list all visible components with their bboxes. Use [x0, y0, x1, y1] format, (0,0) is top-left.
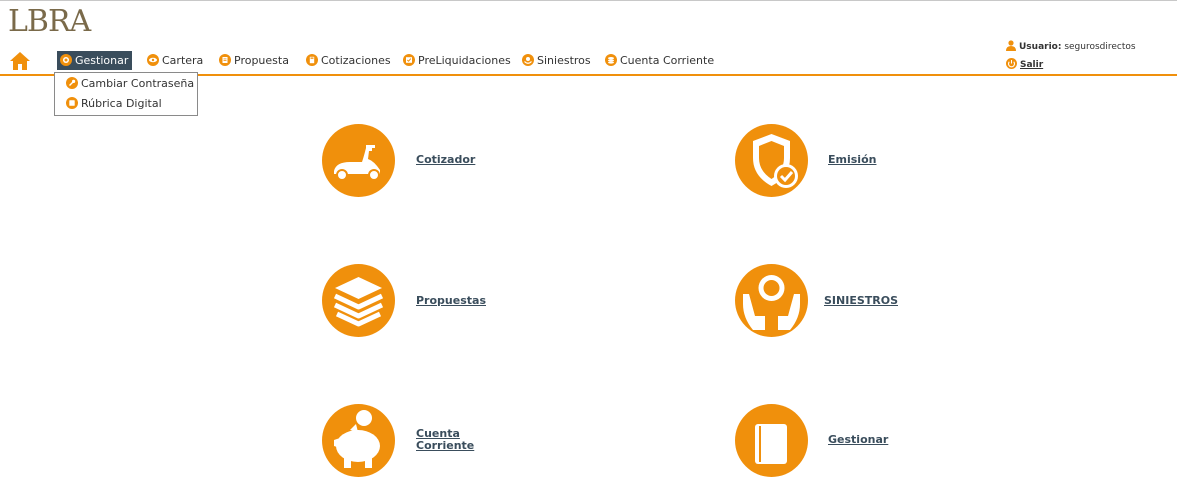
user-label: Usuario:	[1019, 42, 1062, 52]
tile-propuestas-link[interactable]: Propuestas	[416, 295, 486, 307]
user-panel: Usuario: segurosdirectos Salir	[1006, 40, 1136, 72]
invoice-icon	[403, 54, 415, 66]
home-icon[interactable]	[9, 50, 31, 72]
user-icon	[1006, 40, 1016, 51]
tile-cotizador-link[interactable]: Cotizador	[416, 154, 475, 166]
libra-logo: LBRA	[8, 4, 91, 39]
nav-cotizaciones[interactable]: Cotizaciones	[303, 51, 395, 70]
coins-icon	[605, 54, 617, 66]
nav-siniestros[interactable]: Siniestros	[519, 51, 595, 70]
menu-cambiar-contrasena-label: Cambiar Contraseña	[81, 77, 195, 90]
menu-rubrica-digital[interactable]: Rúbrica Digital	[55, 95, 162, 113]
logout-label: Salir	[1020, 60, 1044, 70]
calculator-icon	[306, 54, 318, 66]
nav-preliquidaciones[interactable]: PreLiquidaciones	[400, 51, 515, 70]
top-border	[0, 0, 1177, 1]
nav-siniestros-label: Siniestros	[537, 54, 591, 67]
eye-icon	[147, 54, 159, 66]
menu-rubrica-digital-label: Rúbrica Digital	[81, 97, 162, 110]
tile-gestionar-link[interactable]: Gestionar	[828, 434, 888, 446]
book-icon[interactable]	[735, 404, 808, 477]
power-icon	[1006, 58, 1017, 69]
nav-cuenta-corriente[interactable]: Cuenta Corriente	[602, 51, 718, 70]
nav-cartera-label: Cartera	[162, 54, 204, 67]
signature-icon	[66, 97, 78, 109]
tile-emision-link[interactable]: Emisión	[828, 154, 876, 166]
tile-siniestros-link[interactable]: SINIESTROS	[824, 295, 898, 307]
gear-icon	[60, 54, 72, 66]
logout-link[interactable]: Salir	[1006, 58, 1136, 72]
nav-gestionar-label: Gestionar	[75, 54, 129, 67]
user-info: Usuario: segurosdirectos	[1006, 40, 1136, 54]
user-name: segurosdirectos	[1064, 42, 1136, 52]
nav-cotizaciones-label: Cotizaciones	[321, 54, 391, 67]
gestionar-dropdown: Cambiar Contraseña Rúbrica Digital	[54, 72, 198, 116]
nav-cuenta-corriente-label: Cuenta Corriente	[620, 54, 715, 67]
nav-gestionar[interactable]: Gestionar	[57, 51, 133, 70]
stack-icon[interactable]	[322, 264, 395, 337]
shield-check-icon[interactable]	[735, 124, 808, 197]
tile-cuenta-corriente-link[interactable]: Cuenta Corriente	[416, 428, 474, 452]
wrench-icon	[66, 77, 78, 89]
nav-preliquidaciones-label: PreLiquidaciones	[418, 54, 511, 67]
lifebuoy-icon	[522, 54, 534, 66]
nav-propuesta-label: Propuesta	[234, 54, 289, 67]
nav-propuesta[interactable]: Propuesta	[216, 51, 293, 70]
hands-person-icon[interactable]	[735, 264, 808, 337]
menu-cambiar-contrasena[interactable]: Cambiar Contraseña	[55, 75, 194, 93]
nav-cartera[interactable]: Cartera	[144, 51, 207, 70]
document-icon	[219, 54, 231, 66]
scooter-icon[interactable]	[322, 124, 395, 197]
piggy-bank-icon[interactable]	[322, 404, 395, 477]
